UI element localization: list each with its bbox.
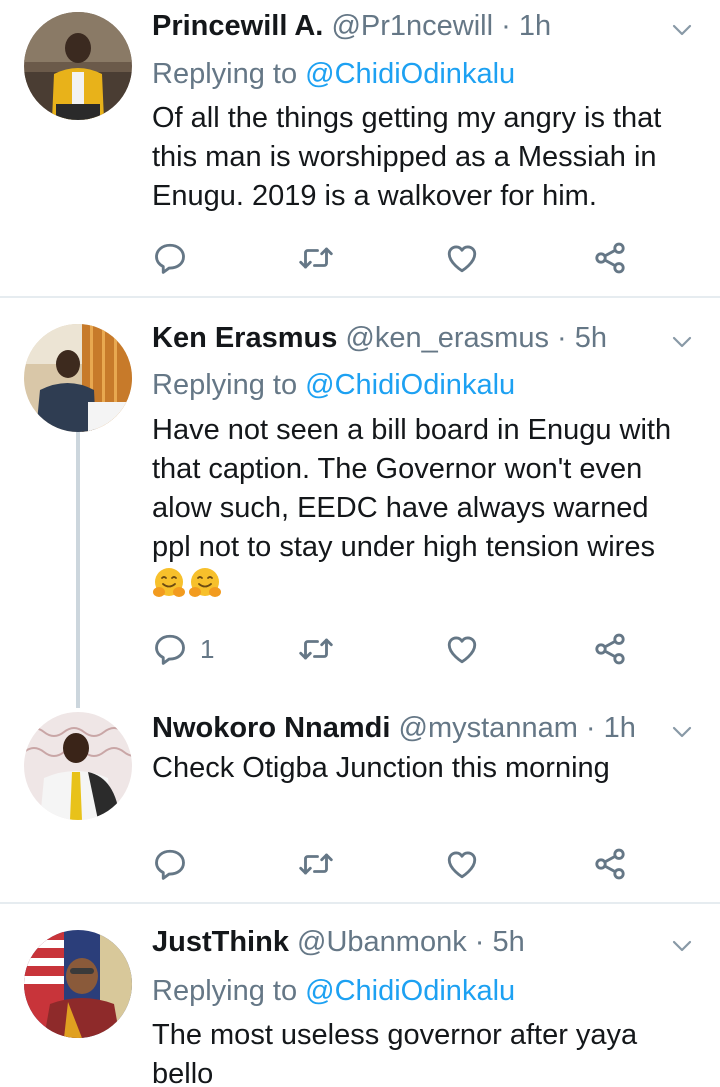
tweet[interactable]: JustThink @Ubanmonk · 5h Replying to @Ch…: [0, 904, 720, 1087]
timestamp[interactable]: 1h: [604, 712, 636, 744]
display-name[interactable]: Nwokoro Nnamdi: [152, 712, 390, 744]
chevron-down-icon[interactable]: [670, 18, 694, 42]
action-bar: 1: [152, 629, 642, 669]
chevron-down-icon[interactable]: [670, 330, 694, 354]
heart-icon: [444, 631, 480, 667]
reply-icon: [152, 631, 188, 667]
replying-to-label: Replying to: [152, 369, 306, 401]
tweet-header: Nwokoro Nnamdi @mystannam · 1h: [152, 708, 636, 748]
heart-icon: [444, 240, 480, 276]
reply-button[interactable]: [152, 238, 200, 278]
avatar[interactable]: [24, 712, 132, 820]
retweet-button[interactable]: [298, 844, 334, 884]
reply-icon: [152, 240, 188, 276]
retweet-icon: [298, 631, 334, 667]
retweet-button[interactable]: [298, 629, 334, 669]
separator-dot: ·: [557, 322, 567, 354]
retweet-button[interactable]: [298, 238, 334, 278]
user-handle[interactable]: @mystannam: [399, 712, 578, 744]
replying-to: Replying to @ChidiOdinkalu: [152, 971, 515, 1011]
reply-icon: [152, 846, 188, 882]
action-bar: [152, 844, 642, 884]
tweet[interactable]: Ken Erasmus @ken_erasmus · 5h Replying t…: [0, 298, 720, 708]
retweet-icon: [298, 846, 334, 882]
separator-dot: ·: [474, 926, 485, 958]
display-name[interactable]: Ken Erasmus: [152, 322, 337, 354]
tweet[interactable]: Nwokoro Nnamdi @mystannam · 1h Check Oti…: [0, 708, 720, 902]
tweet-header: JustThink @Ubanmonk · 5h: [152, 922, 525, 962]
tweet-header: Princewill A. @Pr1ncewill · 1h: [152, 6, 551, 46]
user-handle[interactable]: @ken_erasmus: [345, 322, 549, 354]
tweet-text: The most useless governor after yaya bel…: [152, 1019, 638, 1087]
hugging-face-emoji: [152, 566, 186, 605]
timestamp[interactable]: 1h: [519, 10, 551, 42]
reply-button[interactable]: 1: [152, 629, 214, 669]
share-icon: [592, 846, 628, 882]
timestamp[interactable]: 5h: [575, 322, 607, 354]
mention-link[interactable]: @ChidiOdinkalu: [305, 58, 515, 90]
share-button[interactable]: [592, 844, 628, 884]
share-button[interactable]: [592, 629, 628, 669]
user-handle[interactable]: @Ubanmonk: [297, 926, 467, 958]
replying-to-label: Replying to: [152, 975, 306, 1007]
separator-dot: ·: [585, 712, 596, 744]
like-button[interactable]: [444, 844, 480, 884]
avatar[interactable]: [24, 324, 132, 432]
mention-link[interactable]: @ChidiOdinkalu: [305, 369, 515, 401]
avatar[interactable]: [24, 930, 132, 1038]
tweet-text: Have not seen a bill board in Enugu with…: [152, 414, 672, 563]
like-button[interactable]: [444, 238, 480, 278]
tweet[interactable]: Princewill A. @Pr1ncewill · 1h Replying …: [0, 0, 720, 296]
chevron-down-icon[interactable]: [670, 720, 694, 744]
tweet-header: Ken Erasmus @ken_erasmus · 5h: [152, 318, 607, 358]
user-handle[interactable]: @Pr1ncewill: [331, 10, 493, 42]
display-name[interactable]: JustThink: [152, 926, 289, 958]
like-button[interactable]: [444, 629, 480, 669]
timestamp[interactable]: 5h: [493, 926, 525, 958]
tweet-text: Check Otigba Junction this morning: [152, 752, 610, 784]
tweet-text: Of all the things getting my angry is th…: [152, 102, 662, 212]
mention-link[interactable]: @ChidiOdinkalu: [305, 975, 515, 1007]
chevron-down-icon[interactable]: [670, 934, 694, 958]
display-name[interactable]: Princewill A.: [152, 10, 323, 42]
separator-dot: ·: [501, 10, 511, 42]
reply-button[interactable]: [152, 844, 200, 884]
retweet-icon: [298, 240, 334, 276]
hugging-face-emoji: [188, 566, 222, 605]
heart-icon: [444, 846, 480, 882]
replying-to-label: Replying to: [152, 58, 306, 90]
share-icon: [592, 240, 628, 276]
emoji-row: [152, 566, 224, 606]
share-button[interactable]: [592, 238, 628, 278]
replying-to: Replying to @ChidiOdinkalu: [152, 365, 515, 405]
avatar[interactable]: [24, 12, 132, 120]
reply-count: 1: [200, 633, 215, 664]
action-bar: [152, 238, 642, 278]
share-icon: [592, 631, 628, 667]
replying-to: Replying to @ChidiOdinkalu: [152, 54, 515, 94]
